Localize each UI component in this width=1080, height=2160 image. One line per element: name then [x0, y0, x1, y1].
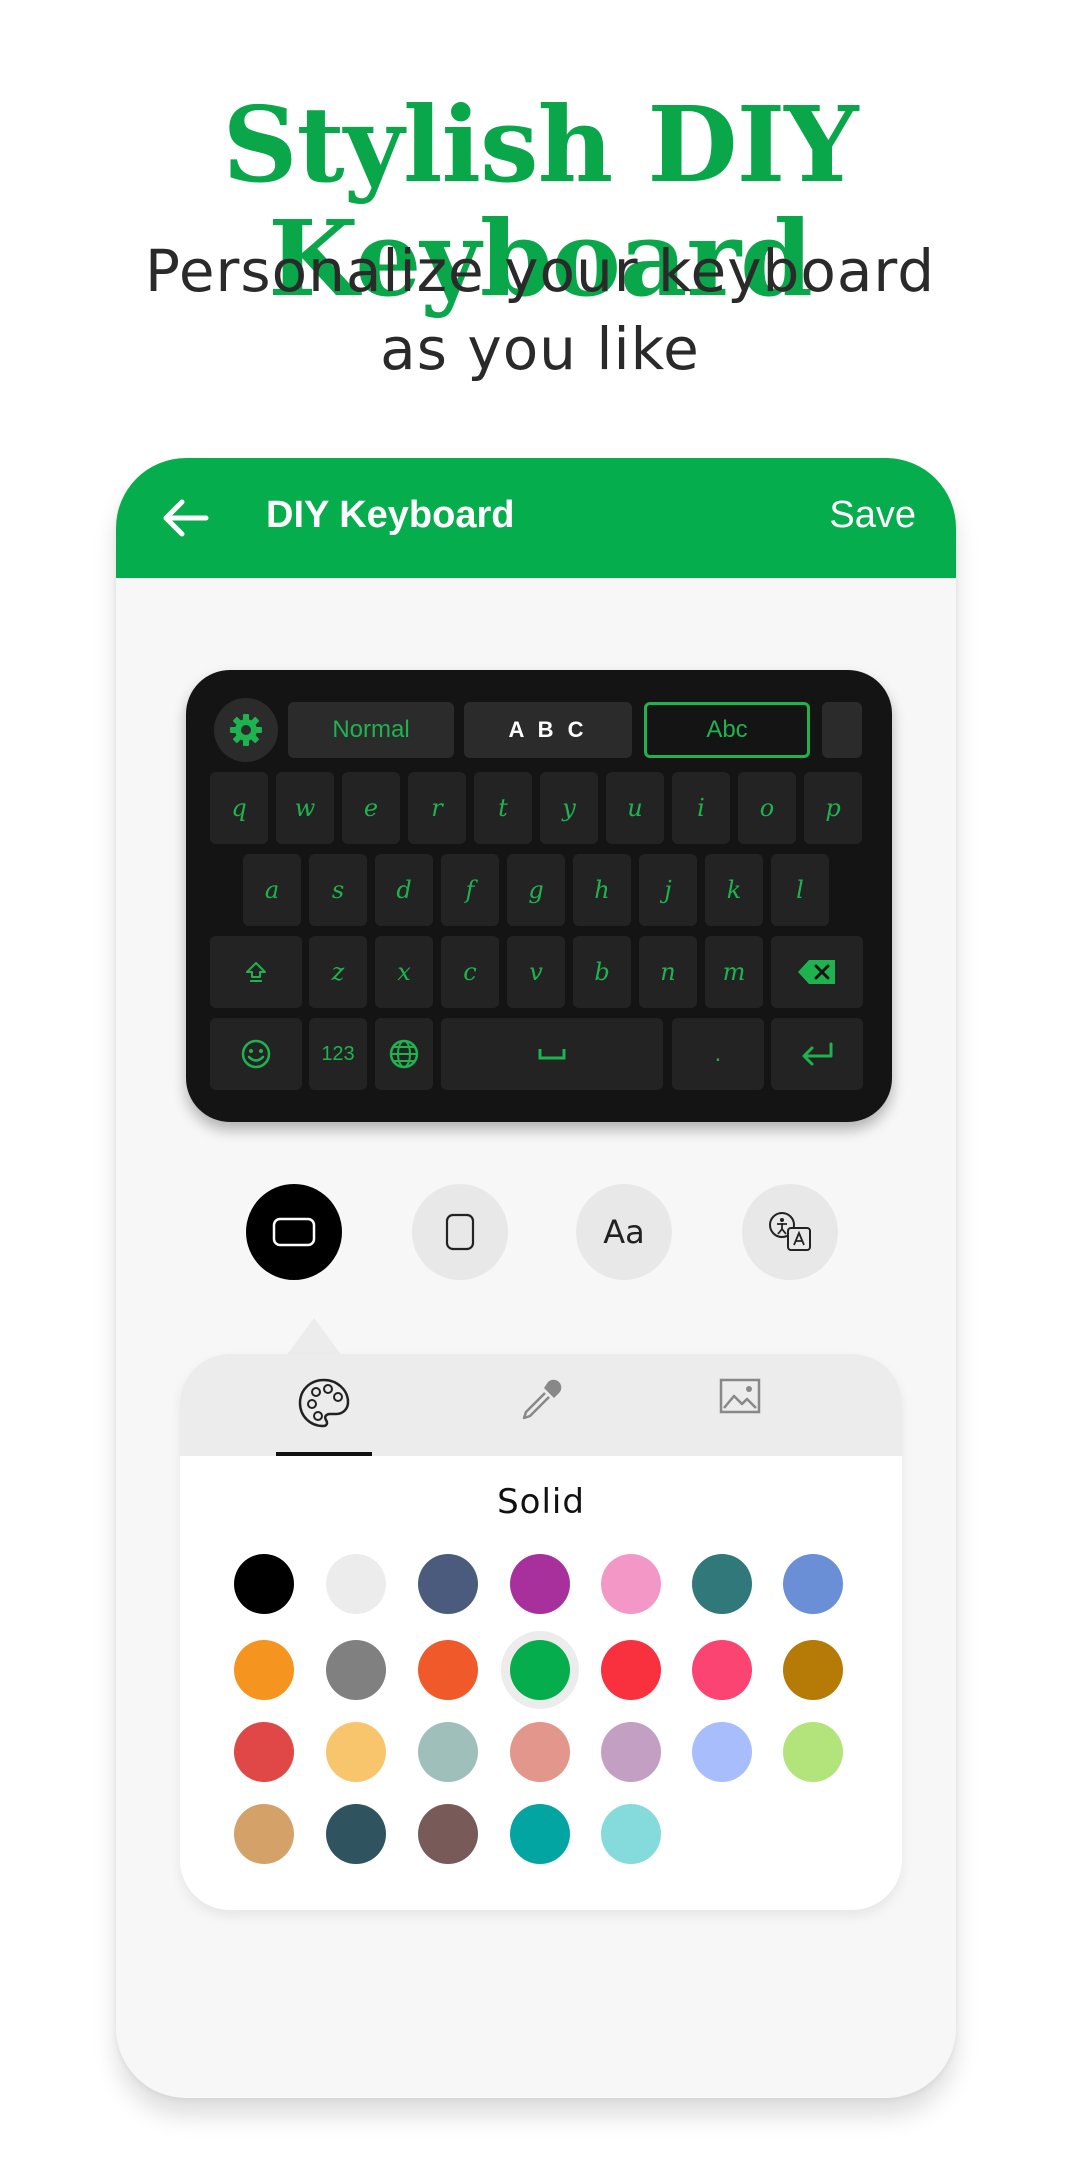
globe-icon — [389, 1039, 419, 1069]
translate-icon — [769, 1212, 811, 1251]
sheet-tab-bar — [180, 1354, 902, 1456]
color-swatch[interactable] — [601, 1722, 661, 1782]
font-chip-spaced-caps[interactable]: A B C — [464, 702, 632, 758]
numbers-key[interactable]: 123 — [309, 1018, 367, 1090]
color-swatch[interactable] — [783, 1640, 843, 1700]
color-swatch[interactable] — [692, 1722, 752, 1782]
gear-icon — [230, 714, 262, 746]
space-icon — [538, 1049, 566, 1060]
key-v[interactable]: v — [507, 936, 565, 1008]
key-e[interactable]: e — [342, 772, 400, 844]
sheet-heading: Solid — [497, 1482, 585, 1522]
key-r[interactable]: r — [408, 772, 466, 844]
color-swatch[interactable] — [326, 1804, 386, 1864]
key-b[interactable]: b — [573, 936, 631, 1008]
color-swatch[interactable] — [510, 1722, 570, 1782]
key-k[interactable]: k — [705, 854, 763, 926]
eyedropper-icon — [522, 1379, 562, 1420]
color-swatch[interactable] — [326, 1722, 386, 1782]
keyboard-preview: Normal A B C Abc q w e r t y u i o p a s… — [186, 670, 892, 1122]
palette-icon — [298, 1378, 350, 1428]
key-p[interactable]: p — [804, 772, 862, 844]
image-icon — [719, 1378, 761, 1414]
color-swatch[interactable] — [692, 1554, 752, 1614]
back-button[interactable] — [154, 486, 218, 550]
language-tool[interactable] — [742, 1184, 838, 1280]
key-w[interactable]: w — [276, 772, 334, 844]
sheet-pointer — [286, 1318, 342, 1356]
emoji-key[interactable] — [210, 1018, 302, 1090]
arrow-left-icon — [163, 499, 209, 537]
backspace-key[interactable] — [771, 936, 863, 1008]
key-o[interactable]: o — [738, 772, 796, 844]
font-chip-normal[interactable]: Normal — [288, 702, 454, 758]
font-tool[interactable]: Aa — [576, 1184, 672, 1280]
period-key[interactable]: . — [672, 1018, 764, 1090]
tab-eyedropper[interactable] — [494, 1376, 590, 1456]
color-swatch[interactable] — [234, 1554, 294, 1614]
font-chip-more[interactable] — [822, 702, 862, 758]
key-t[interactable]: t — [474, 772, 532, 844]
enter-key[interactable] — [771, 1018, 863, 1090]
color-swatch[interactable] — [418, 1722, 478, 1782]
shift-icon — [246, 962, 266, 982]
key-y[interactable]: y — [540, 772, 598, 844]
key-d[interactable]: d — [375, 854, 433, 926]
key-u[interactable]: u — [606, 772, 664, 844]
phone-screen: DIY Keyboard Save Normal A B C Abc q w e — [116, 458, 956, 2098]
color-swatch[interactable] — [234, 1804, 294, 1864]
key-j[interactable]: j — [639, 854, 697, 926]
promo-subline: Personalize your keyboard as you like — [0, 232, 1080, 388]
save-button[interactable]: Save — [829, 494, 916, 537]
color-swatch[interactable] — [601, 1804, 661, 1864]
promo-subline-1: Personalize your keyboard — [144, 237, 936, 305]
color-swatch[interactable] — [234, 1722, 294, 1782]
color-swatch[interactable] — [510, 1554, 570, 1614]
color-swatch[interactable] — [326, 1640, 386, 1700]
tab-palette[interactable] — [276, 1376, 372, 1456]
key-g[interactable]: g — [507, 854, 565, 926]
color-swatch[interactable] — [692, 1640, 752, 1700]
color-swatch[interactable] — [418, 1554, 478, 1614]
key-m[interactable]: m — [705, 936, 763, 1008]
rounded-rect-portrait-icon — [445, 1213, 475, 1251]
color-swatch[interactable] — [326, 1554, 386, 1614]
backspace-icon — [798, 960, 835, 984]
color-swatch[interactable] — [418, 1804, 478, 1864]
rounded-rect-landscape-icon — [272, 1217, 316, 1247]
key-n[interactable]: n — [639, 936, 697, 1008]
space-key[interactable] — [441, 1018, 663, 1090]
key-i[interactable]: i — [672, 772, 730, 844]
color-swatch[interactable] — [510, 1640, 570, 1700]
key-z[interactable]: z — [309, 936, 367, 1008]
color-swatch[interactable] — [510, 1804, 570, 1864]
color-swatch[interactable] — [601, 1640, 661, 1700]
page-title: DIY Keyboard — [266, 494, 515, 536]
key-shape-tool[interactable] — [412, 1184, 508, 1280]
promo-subline-2: as you like — [380, 315, 700, 383]
key-s[interactable]: s — [309, 854, 367, 926]
key-a[interactable]: a — [243, 854, 301, 926]
color-swatch[interactable] — [783, 1554, 843, 1614]
color-swatch[interactable] — [783, 1722, 843, 1782]
app-bar: DIY Keyboard Save — [116, 458, 956, 578]
keyboard-background-tool[interactable] — [246, 1184, 342, 1280]
key-f[interactable]: f — [441, 854, 499, 926]
color-swatch[interactable] — [418, 1640, 478, 1700]
key-x[interactable]: x — [375, 936, 433, 1008]
language-key[interactable] — [375, 1018, 433, 1090]
key-q[interactable]: q — [210, 772, 268, 844]
shift-key[interactable] — [210, 936, 302, 1008]
color-swatch[interactable] — [234, 1640, 294, 1700]
enter-icon — [802, 1042, 833, 1066]
emoji-icon — [241, 1039, 271, 1069]
keyboard-settings-button[interactable] — [214, 698, 278, 762]
key-c[interactable]: c — [441, 936, 499, 1008]
color-swatch[interactable] — [601, 1554, 661, 1614]
key-h[interactable]: h — [573, 854, 631, 926]
key-l[interactable]: l — [771, 854, 829, 926]
font-chip-abc[interactable]: Abc — [644, 702, 810, 758]
tab-image[interactable] — [692, 1376, 788, 1456]
color-sheet: Solid — [180, 1354, 902, 1910]
